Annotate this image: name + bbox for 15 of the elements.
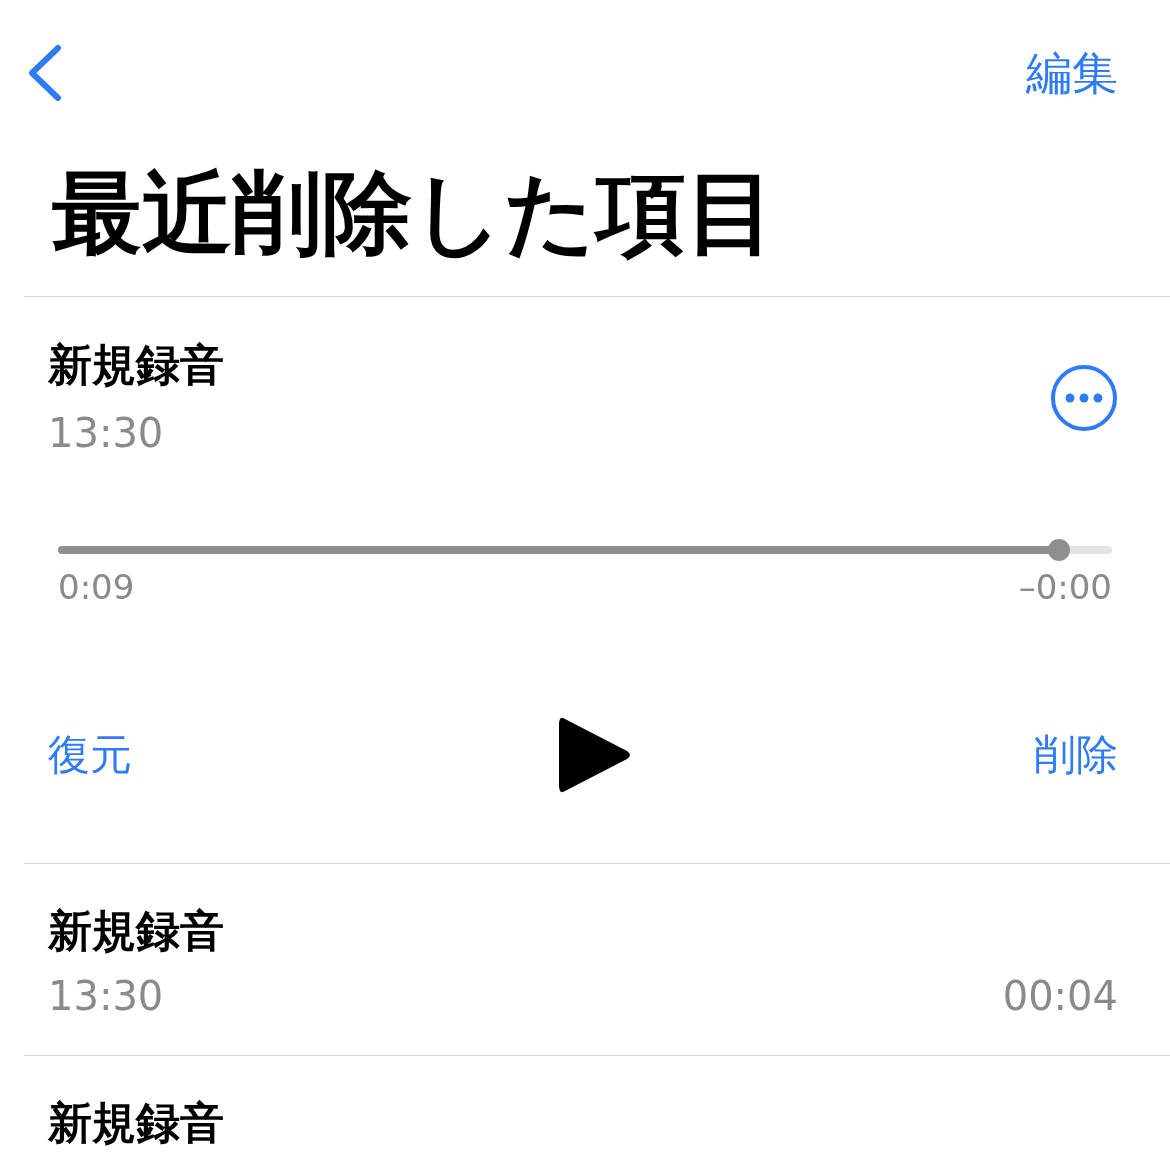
recording-duration: 00:04 bbox=[1002, 972, 1118, 1021]
page-title: 最近削除した項目 bbox=[52, 159, 777, 267]
progress-thumb[interactable] bbox=[1048, 539, 1071, 561]
more-icon[interactable] bbox=[1050, 363, 1118, 432]
recording-time: 13:30 bbox=[48, 972, 164, 1021]
edit-button[interactable]: 編集 bbox=[1026, 45, 1118, 101]
restore-button[interactable]: 復元 bbox=[48, 727, 132, 783]
recording-title: 新規録音 bbox=[48, 1096, 224, 1150]
delete-button[interactable]: 削除 bbox=[1034, 727, 1118, 783]
elapsed-time: 0:09 bbox=[58, 567, 135, 607]
remaining-time: –0:00 bbox=[1018, 567, 1112, 607]
recording-title: 新規録音 bbox=[48, 904, 224, 958]
back-icon[interactable] bbox=[26, 44, 62, 102]
recording-time: 13:30 bbox=[48, 409, 165, 458]
recording-title: 新規録音 bbox=[48, 338, 224, 392]
